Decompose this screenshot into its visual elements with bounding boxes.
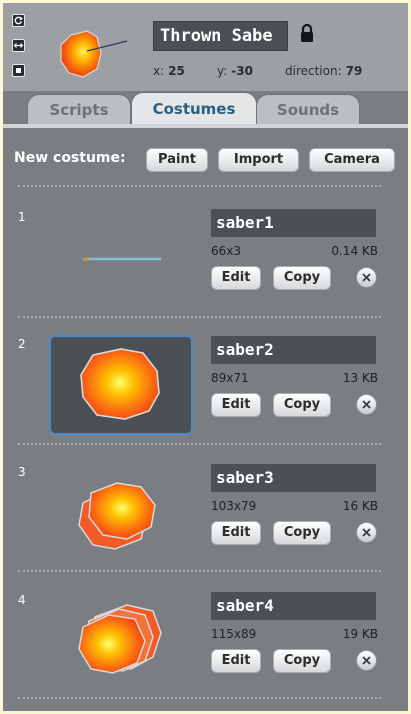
costume-row-1[interactable]: 1 saber1 66x3 0.14 KB Edit Copy: [3, 204, 408, 330]
copy-button[interactable]: Copy: [273, 649, 331, 673]
close-icon: [362, 400, 371, 409]
paint-button[interactable]: Paint: [146, 148, 208, 172]
costume-name-field[interactable]: saber4: [211, 592, 376, 620]
costume-dimensions: 115x89: [211, 627, 257, 641]
no-rotate-icon[interactable]: [12, 64, 25, 77]
tab-scripts[interactable]: Scripts: [27, 94, 131, 124]
tab-costumes[interactable]: Costumes: [131, 92, 257, 124]
costume-file-size: 0.14 KB: [331, 244, 378, 258]
costume-row-2[interactable]: 2 saber2 89x71 13 KB Edit Copy: [3, 331, 408, 457]
new-costume-label: New costume:: [14, 150, 126, 166]
sprite-header: Thrown Sabe x: 25 y: -30 direction: 79: [3, 3, 408, 91]
saber-line-image: [83, 257, 161, 261]
separator: [18, 185, 381, 187]
costume-file-size: 19 KB: [342, 627, 378, 641]
separator: [18, 570, 381, 572]
tab-sounds[interactable]: Sounds: [256, 94, 360, 124]
delete-costume-button[interactable]: [356, 650, 377, 671]
costume-number: 1: [18, 210, 26, 224]
x-coordinate: x: 25: [153, 64, 185, 78]
close-icon: [362, 273, 371, 282]
edit-button[interactable]: Edit: [211, 521, 261, 545]
separator: [18, 697, 381, 699]
y-coordinate: y: -30: [217, 64, 253, 78]
costume-row-3[interactable]: 3 saber3 103x79 16 KB Edit Copy: [3, 459, 408, 585]
costume-thumbnail[interactable]: [49, 591, 193, 691]
left-right-flip-icon[interactable]: [12, 39, 25, 52]
copy-button[interactable]: Copy: [273, 521, 331, 545]
orange-blob-triple-image: [78, 604, 162, 674]
costume-name-field[interactable]: saber1: [211, 209, 376, 237]
costume-dimensions: 103x79: [211, 499, 257, 513]
close-icon: [362, 656, 371, 665]
edit-button[interactable]: Edit: [211, 266, 261, 290]
rotate-all-around-icon[interactable]: [12, 14, 25, 27]
camera-button[interactable]: Camera: [309, 148, 395, 172]
copy-button[interactable]: Copy: [273, 266, 331, 290]
sprite-name-field[interactable]: Thrown Sabe: [153, 21, 288, 51]
tab-bar-divider: [3, 124, 408, 128]
y-label: y:: [217, 64, 228, 78]
orange-blob-double-image: [78, 482, 156, 550]
delete-costume-button[interactable]: [356, 522, 377, 543]
x-value: 25: [168, 64, 185, 78]
separator: [18, 443, 381, 445]
separator: [18, 316, 381, 318]
x-label: x:: [153, 64, 165, 78]
y-value: -30: [231, 64, 253, 78]
close-icon: [362, 528, 371, 537]
delete-costume-button[interactable]: [356, 267, 377, 288]
costume-name-field[interactable]: saber2: [211, 336, 376, 364]
costume-file-size: 13 KB: [342, 371, 378, 385]
sprite-thumbnail: [60, 30, 128, 78]
costume-number: 3: [18, 465, 26, 479]
costume-dimensions: 89x71: [211, 371, 249, 385]
lock-icon[interactable]: [299, 23, 315, 43]
costume-thumbnail[interactable]: [49, 208, 193, 308]
costume-dimensions: 66x3: [211, 244, 242, 258]
direction-label: direction:: [285, 64, 342, 78]
sprite-editor-panel: Thrown Sabe x: 25 y: -30 direction: 79 Scri…: [3, 3, 408, 711]
orange-blob-image: [80, 348, 160, 420]
costume-name-field[interactable]: saber3: [211, 464, 376, 492]
import-button[interactable]: Import: [218, 148, 299, 172]
costume-row-4[interactable]: 4 saber4 115x89 19 KB Edit Copy: [3, 587, 408, 711]
costume-number: 2: [18, 337, 26, 351]
direction-value: 79: [345, 64, 363, 78]
costume-number: 4: [18, 593, 26, 607]
copy-button[interactable]: Copy: [273, 393, 331, 417]
edit-button[interactable]: Edit: [211, 393, 261, 417]
costume-thumbnail[interactable]: [49, 463, 193, 563]
costume-file-size: 16 KB: [342, 499, 378, 513]
edit-button[interactable]: Edit: [211, 649, 261, 673]
delete-costume-button[interactable]: [356, 394, 377, 415]
costume-thumbnail-selected[interactable]: [49, 335, 193, 435]
direction-readout: direction: 79: [285, 64, 362, 78]
